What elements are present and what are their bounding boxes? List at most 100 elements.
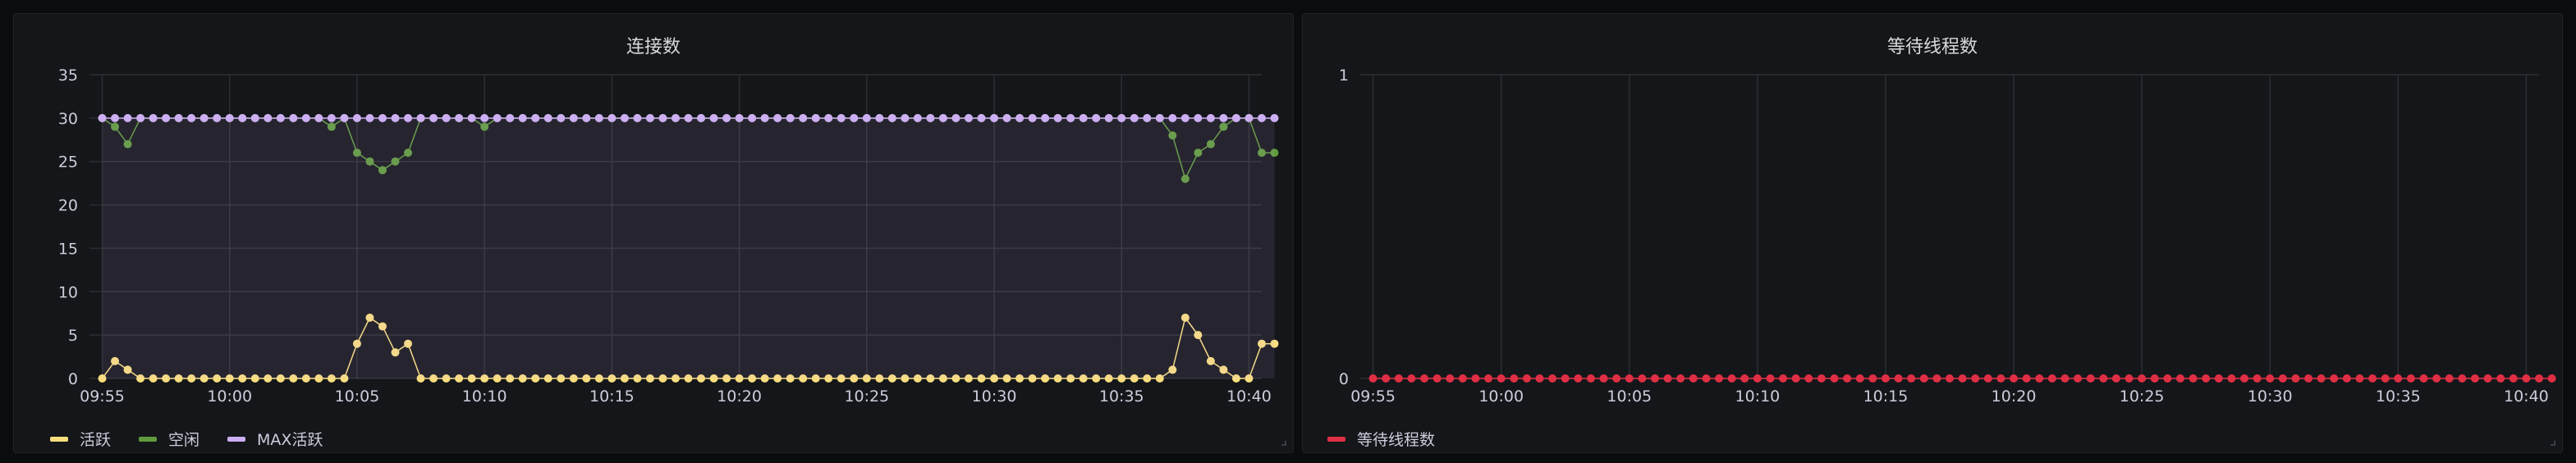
data-point <box>965 113 973 122</box>
data-point <box>1522 374 1531 383</box>
data-point <box>506 113 515 122</box>
data-point <box>1612 374 1621 383</box>
x-tick-label: 10:30 <box>972 387 1017 406</box>
data-point <box>301 113 310 122</box>
legend-item-waiting-threads[interactable]: 等待线程数 <box>1327 428 1435 450</box>
data-point <box>1028 113 1037 122</box>
x-tick-label: 10:20 <box>717 387 762 406</box>
data-point <box>1130 113 1139 122</box>
data-point <box>1804 374 1813 383</box>
x-tick-label: 10:20 <box>1992 387 2037 406</box>
data-point <box>340 113 349 122</box>
data-point <box>620 113 629 122</box>
data-point <box>2278 374 2287 383</box>
y-tick-label: 25 <box>58 154 78 172</box>
data-point <box>518 113 527 122</box>
data-point <box>1244 113 1254 122</box>
data-point <box>543 113 552 122</box>
data-point <box>213 113 222 122</box>
data-point <box>1231 113 1240 122</box>
data-point <box>1983 374 1992 383</box>
legend-swatch <box>139 436 158 442</box>
data-point <box>1561 374 1570 383</box>
data-point <box>2547 374 2556 383</box>
data-point <box>773 113 782 122</box>
y-tick-label: 30 <box>58 110 78 128</box>
data-point <box>1855 374 1864 383</box>
data-point <box>493 113 502 122</box>
data-point <box>901 113 910 122</box>
data-point <box>1432 374 1442 383</box>
data-point <box>722 113 731 122</box>
data-point <box>467 113 476 122</box>
y-tick-label: 5 <box>68 327 78 345</box>
data-point <box>2086 374 2095 383</box>
data-point <box>799 113 808 122</box>
data-point <box>1270 113 1279 122</box>
data-point <box>709 113 718 122</box>
legend-item-max-active[interactable]: MAX活跃 <box>227 428 323 450</box>
data-point <box>2291 374 2300 383</box>
data-point <box>2432 374 2441 383</box>
legend-swatch <box>1327 436 1345 442</box>
y-tick-label: 1 <box>1339 66 1349 85</box>
data-point <box>1907 374 1916 383</box>
data-point <box>1219 113 1228 122</box>
data-point <box>276 113 285 122</box>
data-point <box>2496 374 2505 383</box>
data-point <box>926 113 935 122</box>
data-point <box>1676 374 1685 383</box>
resize-handle[interactable] <box>1281 441 1286 446</box>
data-point <box>2240 374 2248 383</box>
data-point <box>531 113 540 122</box>
data-point <box>1586 374 1595 383</box>
data-point <box>1155 113 1164 122</box>
data-point <box>824 113 833 122</box>
data-point <box>2522 374 2531 383</box>
data-point <box>250 113 259 122</box>
data-point <box>162 113 171 122</box>
data-point <box>594 113 603 122</box>
data-point <box>977 113 986 122</box>
data-point <box>2227 374 2236 383</box>
data-point <box>2099 374 2108 383</box>
x-tick-label: 10:35 <box>1099 387 1144 406</box>
data-point <box>2317 374 2326 383</box>
data-point <box>811 113 820 122</box>
x-tick-label: 10:40 <box>1226 387 1272 406</box>
data-point <box>136 113 145 122</box>
data-point <box>557 113 566 122</box>
x-tick-label: 10:05 <box>335 387 380 406</box>
dashboard: 连接数 0 5 10 15 20 25 30 35 09:55 10:00 10:05 10:10 10… <box>0 0 2576 463</box>
data-point <box>1919 374 1928 383</box>
data-point <box>1779 374 1788 383</box>
data-point <box>1574 374 1583 383</box>
data-point <box>416 113 425 122</box>
grid <box>1360 74 2539 379</box>
data-point <box>2022 374 2031 383</box>
x-tick-label: 10:10 <box>1735 387 1780 406</box>
data-point <box>327 113 336 122</box>
data-point <box>1194 113 1203 122</box>
resize-handle[interactable] <box>2551 441 2555 446</box>
legend-item-active[interactable]: 活跃 <box>50 428 111 450</box>
data-point <box>1932 374 1941 383</box>
data-point <box>2138 374 2147 383</box>
legend-item-idle[interactable]: 空闲 <box>139 428 199 450</box>
x-tick-label: 10:30 <box>2248 387 2293 406</box>
data-point <box>1715 374 1724 383</box>
data-point <box>199 113 209 122</box>
data-point <box>1092 113 1101 122</box>
data-point <box>1753 374 1762 383</box>
data-point <box>1407 374 1416 383</box>
data-point <box>111 113 120 122</box>
data-point <box>1497 374 1506 383</box>
x-tick-label: 10:15 <box>589 387 635 406</box>
connections-panel: 连接数 0 5 10 15 20 25 30 35 09:55 10:00 10:05 10:10 10… <box>13 13 1294 453</box>
y-tick-label: 10 <box>58 283 78 301</box>
data-point <box>1971 374 1980 383</box>
x-tick-label: 10:25 <box>844 387 889 406</box>
data-point <box>365 113 374 122</box>
data-point <box>1740 374 1749 383</box>
data-point <box>2394 374 2403 383</box>
